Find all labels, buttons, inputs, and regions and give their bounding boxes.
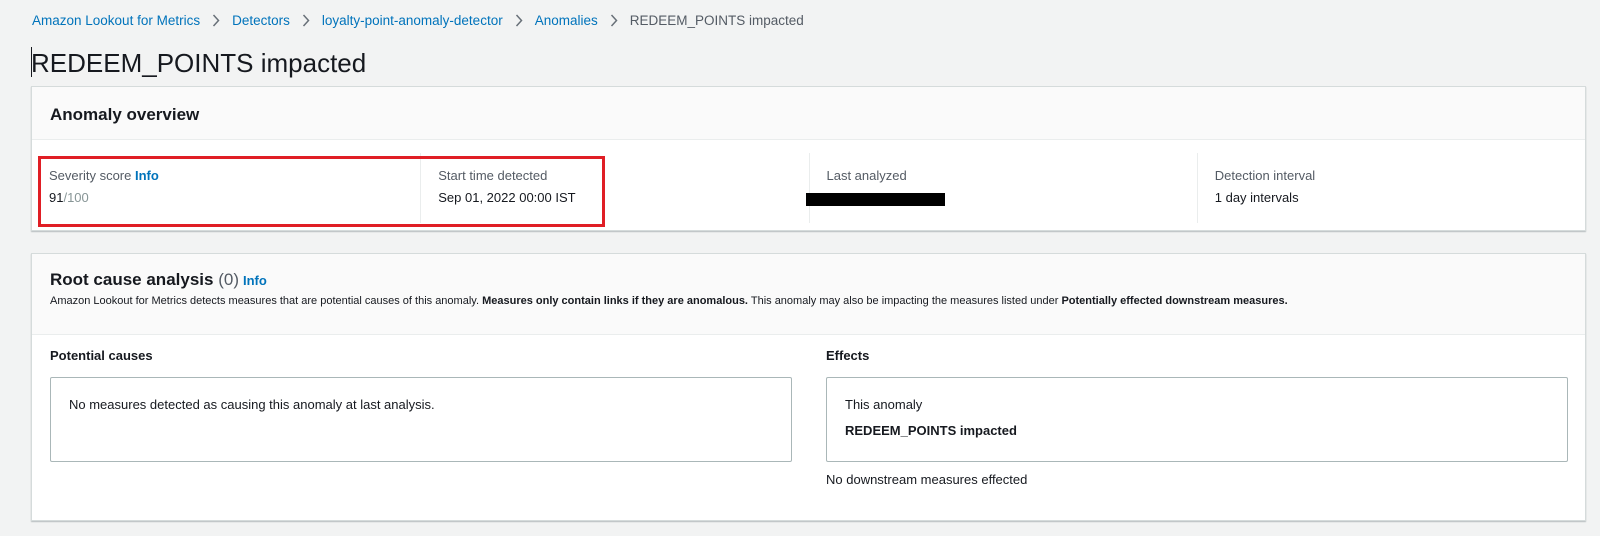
- root-cause-analysis-panel: Root cause analysis (0) Info Amazon Looko…: [31, 253, 1586, 521]
- anomaly-overview-header: Anomaly overview: [32, 87, 1585, 140]
- last-analyzed-label: Last analyzed: [826, 168, 907, 183]
- detection-interval-field: Detection interval 1 day intervals: [1196, 153, 1585, 223]
- detection-interval-value: 1 day intervals: [1214, 190, 1299, 205]
- effects-box: This anomaly REDEEM_POINTS impacted: [826, 377, 1568, 462]
- highlight-annotation: [38, 156, 605, 227]
- chevron-right-icon: [212, 13, 220, 27]
- page-title: REDEEM_POINTS impacted: [31, 48, 367, 78]
- potential-causes-box: No measures detected as causing this ano…: [50, 377, 792, 462]
- chevron-right-icon: [302, 13, 310, 27]
- effects-value: REDEEM_POINTS impacted: [845, 423, 1017, 438]
- chevron-right-icon: [515, 13, 523, 27]
- rca-header: Root cause analysis (0) Info Amazon Looko…: [32, 254, 1585, 335]
- downstream-empty: No downstream measures effected: [826, 472, 1028, 487]
- redacted-value: [805, 193, 945, 206]
- anomaly-overview-title: Anomaly overview: [50, 105, 200, 124]
- breadcrumb-link-anomalies[interactable]: Anomalies: [535, 13, 598, 28]
- rca-description: Amazon Lookout for Metrics detects measu…: [50, 295, 1288, 307]
- breadcrumb: Amazon Lookout for Metrics Detectors loy…: [32, 10, 804, 30]
- potential-causes-title: Potential causes: [50, 348, 153, 363]
- chevron-right-icon: [610, 13, 618, 27]
- breadcrumb-link-detector[interactable]: loyalty-point-anomaly-detector: [322, 13, 503, 28]
- breadcrumb-link-service[interactable]: Amazon Lookout for Metrics: [32, 13, 200, 28]
- rca-title: Root cause analysis (0) Info: [50, 270, 267, 289]
- breadcrumb-link-detectors[interactable]: Detectors: [232, 13, 290, 28]
- last-analyzed-field: Last analyzed: [805, 153, 1197, 223]
- rca-info-link[interactable]: Info: [243, 273, 267, 288]
- effects-label: This anomaly: [845, 397, 923, 412]
- rca-count: (0): [218, 270, 239, 289]
- effects-title: Effects: [826, 348, 870, 363]
- breadcrumb-current: REDEEM_POINTS impacted: [629, 12, 804, 28]
- potential-causes-empty: No measures detected as causing this ano…: [69, 397, 435, 412]
- text-cursor: [31, 47, 32, 77]
- detection-interval-label: Detection interval: [1214, 168, 1316, 183]
